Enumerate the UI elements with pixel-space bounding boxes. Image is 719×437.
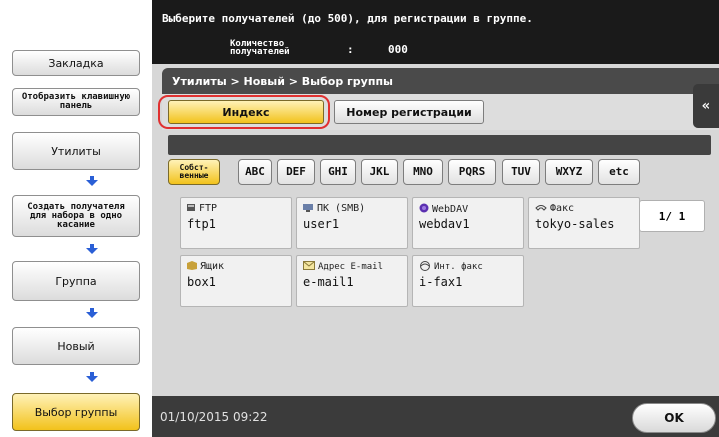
count-separator: : bbox=[347, 43, 354, 56]
destination-type: WebDAV bbox=[432, 203, 469, 215]
header-bar: Выберите получателей (до 500), для регис… bbox=[152, 0, 719, 64]
tab-registration-number[interactable]: Номер регистрации bbox=[334, 100, 484, 124]
destination-entry[interactable]: Ящик box1 bbox=[180, 255, 292, 307]
destination-name: tokyo-sales bbox=[535, 217, 615, 231]
tab-registration-number-label: Номер регистрации bbox=[346, 105, 472, 119]
left-sidebar: Закладка Отобразить клавишную панель Ути… bbox=[0, 0, 152, 437]
step-create-onetouch-button[interactable]: Создать получателя для набора в одно кас… bbox=[12, 195, 140, 237]
ifax-icon bbox=[419, 261, 431, 273]
box-icon bbox=[187, 261, 197, 272]
destination-entry[interactable]: Инт. факс i-fax1 bbox=[412, 255, 524, 307]
page-indicator: 1/ 1 bbox=[639, 200, 705, 232]
bookmark-label: Закладка bbox=[48, 56, 104, 70]
index-key-tuv[interactable]: TUV bbox=[502, 159, 540, 185]
step-select-group-button[interactable]: Выбор группы bbox=[12, 393, 140, 431]
show-keypad-button[interactable]: Отобразить клавишную панель bbox=[12, 88, 140, 116]
index-key-mno[interactable]: MNO bbox=[403, 159, 443, 185]
destination-name: box1 bbox=[187, 275, 216, 289]
bookmark-button[interactable]: Закладка bbox=[12, 50, 140, 76]
destination-name: user1 bbox=[303, 217, 340, 231]
ok-label: OK bbox=[664, 411, 684, 425]
fax-icon bbox=[535, 203, 547, 214]
destination-type: ПК (SMB) bbox=[317, 203, 366, 214]
index-key-ghi[interactable]: GHI bbox=[320, 159, 356, 185]
email-icon bbox=[303, 261, 315, 272]
destination-entry[interactable]: ПК (SMB) user1 bbox=[296, 197, 408, 249]
index-key-etc[interactable]: etc bbox=[598, 159, 640, 185]
step-create-onetouch-label: Создать получателя для набора в одно кас… bbox=[27, 201, 125, 230]
step-new-label: Новый bbox=[57, 339, 95, 353]
index-key-abc[interactable]: ABC bbox=[238, 159, 272, 185]
destination-name: e-mail1 bbox=[303, 275, 354, 289]
destination-name: ftp1 bbox=[187, 217, 216, 231]
destination-entry[interactable]: WebDAV webdav1 bbox=[412, 197, 524, 249]
destination-type: Ящик bbox=[200, 261, 225, 272]
collapse-panel-button[interactable]: « bbox=[693, 84, 719, 128]
datetime-display: 01/10/2015 09:22 bbox=[160, 410, 268, 424]
footer-bar: 01/10/2015 09:22 OK bbox=[152, 396, 719, 437]
destination-name: i-fax1 bbox=[419, 275, 463, 289]
step-group-label: Группа bbox=[55, 274, 97, 288]
instruction-text: Выберите получателей (до 500), для регис… bbox=[162, 12, 533, 25]
step-new-button[interactable]: Новый bbox=[12, 327, 140, 365]
recipient-count-value: 000 bbox=[388, 43, 408, 56]
double-chevron-left-icon: « bbox=[701, 98, 711, 114]
tab-index[interactable]: Индекс bbox=[168, 100, 324, 124]
destination-type: FTP bbox=[199, 203, 218, 214]
ok-button[interactable]: OK bbox=[632, 403, 716, 433]
pc-smb-icon bbox=[303, 203, 314, 214]
index-key-jkl[interactable]: JKL bbox=[361, 159, 398, 185]
index-key-own[interactable]: Собст- венные bbox=[168, 159, 220, 185]
step-select-group-label: Выбор группы bbox=[34, 405, 118, 419]
destination-entry[interactable]: Факс tokyo-sales bbox=[528, 197, 640, 249]
destination-type: Факс bbox=[550, 203, 575, 214]
step-utilities-label: Утилиты bbox=[51, 144, 101, 158]
step-utilities-button[interactable]: Утилиты bbox=[12, 132, 140, 170]
index-key-def[interactable]: DEF bbox=[277, 159, 315, 185]
search-field[interactable] bbox=[168, 135, 711, 155]
index-key-pqrs[interactable]: PQRS bbox=[448, 159, 496, 185]
main-panel: Утилиты > Новый > Выбор группы Индекс Но… bbox=[152, 64, 719, 396]
destination-name: webdav1 bbox=[419, 217, 470, 231]
recipient-count-label: Количество получателей bbox=[230, 39, 290, 57]
show-keypad-label: Отобразить клавишную панель bbox=[21, 92, 131, 111]
tab-row: Индекс Номер регистрации bbox=[158, 94, 719, 130]
index-key-wxyz[interactable]: WXYZ bbox=[545, 159, 593, 185]
destination-entry[interactable]: Адрес E-mail e-mail1 bbox=[296, 255, 408, 307]
webdav-icon bbox=[419, 203, 429, 215]
step-group-button[interactable]: Группа bbox=[12, 261, 140, 301]
ftp-icon bbox=[187, 203, 196, 214]
destination-entry[interactable]: FTP ftp1 bbox=[180, 197, 292, 249]
destination-type: Инт. факс bbox=[434, 262, 483, 272]
breadcrumb: Утилиты > Новый > Выбор группы bbox=[162, 68, 719, 94]
tab-index-label: Индекс bbox=[222, 105, 270, 119]
destination-type: Адрес E-mail bbox=[318, 261, 384, 272]
